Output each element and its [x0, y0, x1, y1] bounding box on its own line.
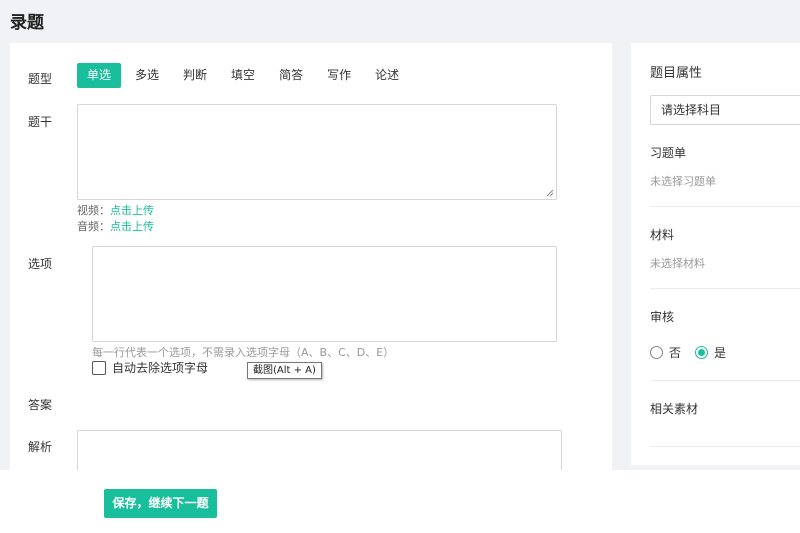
tab-essay[interactable]: 论述	[365, 63, 409, 88]
tab-true-false[interactable]: 判断	[173, 63, 217, 88]
tab-short-answer[interactable]: 简答	[269, 63, 313, 88]
auto-remove-label: 自动去除选项字母	[112, 361, 209, 375]
type-tabs: 单选 多选 判断 填空 简答 写作 论述	[77, 63, 413, 88]
divider	[650, 446, 800, 447]
video-upload-link[interactable]: 点击上传	[110, 204, 154, 217]
audio-upload-row: 音频：点击上传	[77, 218, 154, 234]
auto-remove-row[interactable]: 自动去除选项字母	[92, 359, 208, 376]
options-label: 选项	[28, 257, 53, 271]
review-radio-yes[interactable]	[695, 346, 709, 359]
answer-label: 答案	[28, 398, 53, 412]
stem-textarea[interactable]	[77, 104, 557, 200]
review-option-no[interactable]: 否	[650, 344, 681, 361]
divider	[650, 206, 800, 207]
options-textarea[interactable]	[92, 246, 557, 342]
review-label: 审核	[650, 310, 675, 324]
analysis-label: 解析	[28, 440, 53, 454]
audio-label: 音频：	[77, 220, 110, 233]
tab-multiple-choice[interactable]: 多选	[125, 63, 169, 88]
video-upload-row: 视频：点击上传	[77, 202, 154, 218]
review-option-yes-label: 是	[714, 346, 727, 360]
resize-grip-icon[interactable]	[546, 189, 554, 197]
material-label: 材料	[650, 228, 675, 242]
options-hint: 每一行代表一个选项，不需录入选项字母（A、B、C、D、E）	[92, 346, 395, 359]
main-form-panel: 题型 单选 多选 判断 填空 简答 写作 论述 题干 视频：点击上传 音频：点击…	[10, 43, 612, 533]
type-label: 题型	[28, 72, 53, 86]
exercise-label: 习题单	[650, 146, 687, 160]
properties-panel: 题目属性 请选择科目 习题单 未选择习题单 材料 未选择材料 审核 否 是 相关…	[631, 43, 800, 465]
tab-single-choice[interactable]: 单选	[77, 63, 122, 88]
properties-title: 题目属性	[650, 66, 703, 81]
divider	[650, 288, 800, 289]
tab-writing[interactable]: 写作	[317, 63, 361, 88]
material-value: 未选择材料	[650, 257, 705, 270]
review-radio-no[interactable]	[650, 346, 663, 359]
review-option-no-label: 否	[669, 346, 682, 360]
auto-remove-checkbox[interactable]	[92, 360, 106, 375]
screenshot-tooltip: 截图(Alt + A)	[247, 362, 322, 379]
divider	[650, 380, 800, 381]
related-material-label: 相关素材	[650, 402, 699, 416]
review-option-yes[interactable]: 是	[695, 344, 726, 361]
exercise-value: 未选择习题单	[650, 175, 716, 188]
subject-select[interactable]: 请选择科目	[650, 95, 800, 125]
save-next-button[interactable]: 保存，继续下一题	[104, 489, 217, 518]
page-title: 录题	[10, 13, 44, 33]
video-label: 视频：	[77, 204, 110, 217]
audio-upload-link[interactable]: 点击上传	[110, 220, 154, 233]
review-radio-group: 否 是	[650, 344, 740, 361]
tab-fill-blank[interactable]: 填空	[221, 63, 265, 88]
stem-label: 题干	[28, 115, 53, 129]
